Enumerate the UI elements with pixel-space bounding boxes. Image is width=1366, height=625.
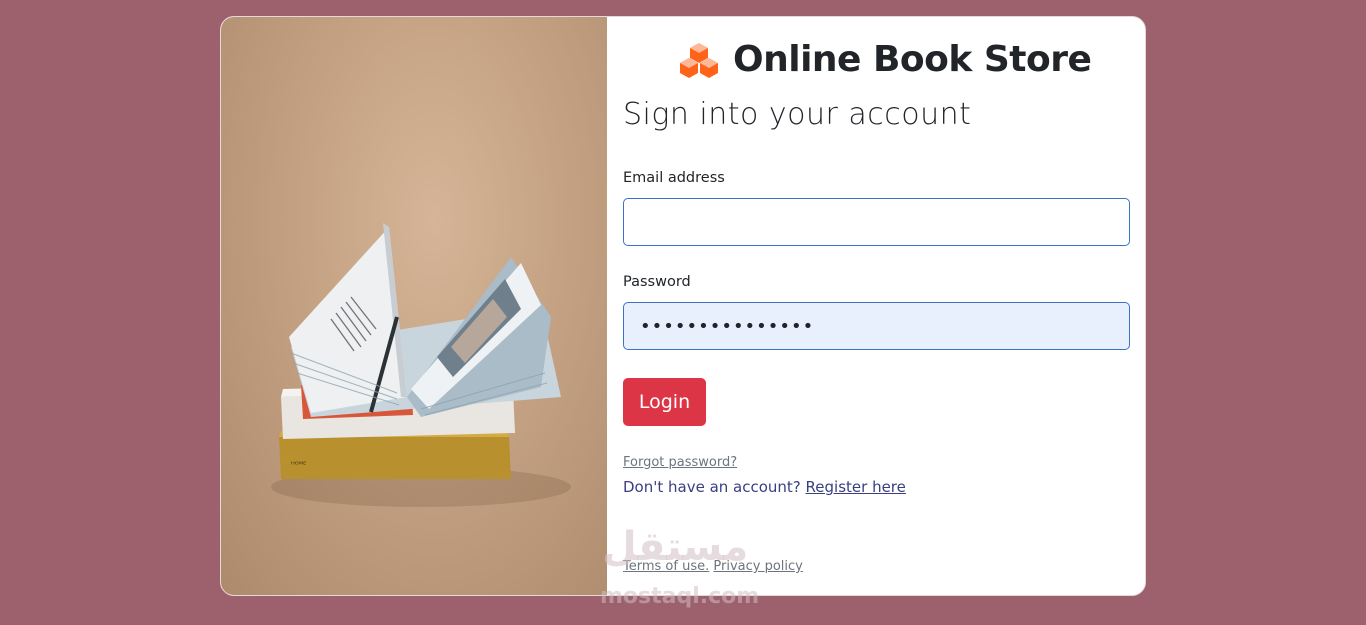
footer-links: Terms of use. Privacy policy (623, 559, 803, 574)
register-link[interactable]: Register here (806, 478, 906, 496)
login-form: Online Book Store Sign into your account… (607, 17, 1145, 595)
login-button[interactable]: Login (623, 378, 706, 426)
books-illustration: ᴴᴼᴹᴱ (271, 223, 571, 507)
forgot-password-link[interactable]: Forgot password? (623, 455, 737, 470)
terms-link[interactable]: Terms of use. (623, 559, 709, 574)
password-label: Password (623, 274, 691, 290)
register-prompt: Don't have an account? Register here (623, 478, 906, 496)
svg-text:ᴴᴼᴹᴱ: ᴴᴼᴹᴱ (291, 460, 306, 469)
email-field[interactable] (623, 198, 1130, 246)
brand-title: Online Book Store (733, 39, 1092, 80)
brand: Online Book Store (679, 39, 1092, 80)
cubes-icon (680, 42, 718, 78)
email-label: Email address (623, 170, 725, 186)
password-field[interactable]: ••••••••••••••• (623, 302, 1130, 350)
privacy-link[interactable]: Privacy policy (713, 559, 802, 574)
form-heading: Sign into your account (623, 97, 972, 132)
login-card: ᴴᴼᴹᴱ Online Book Store Sign into your ac… (220, 16, 1146, 596)
books-image: ᴴᴼᴹᴱ (221, 17, 607, 595)
register-prompt-text: Don't have an account? (623, 478, 806, 496)
